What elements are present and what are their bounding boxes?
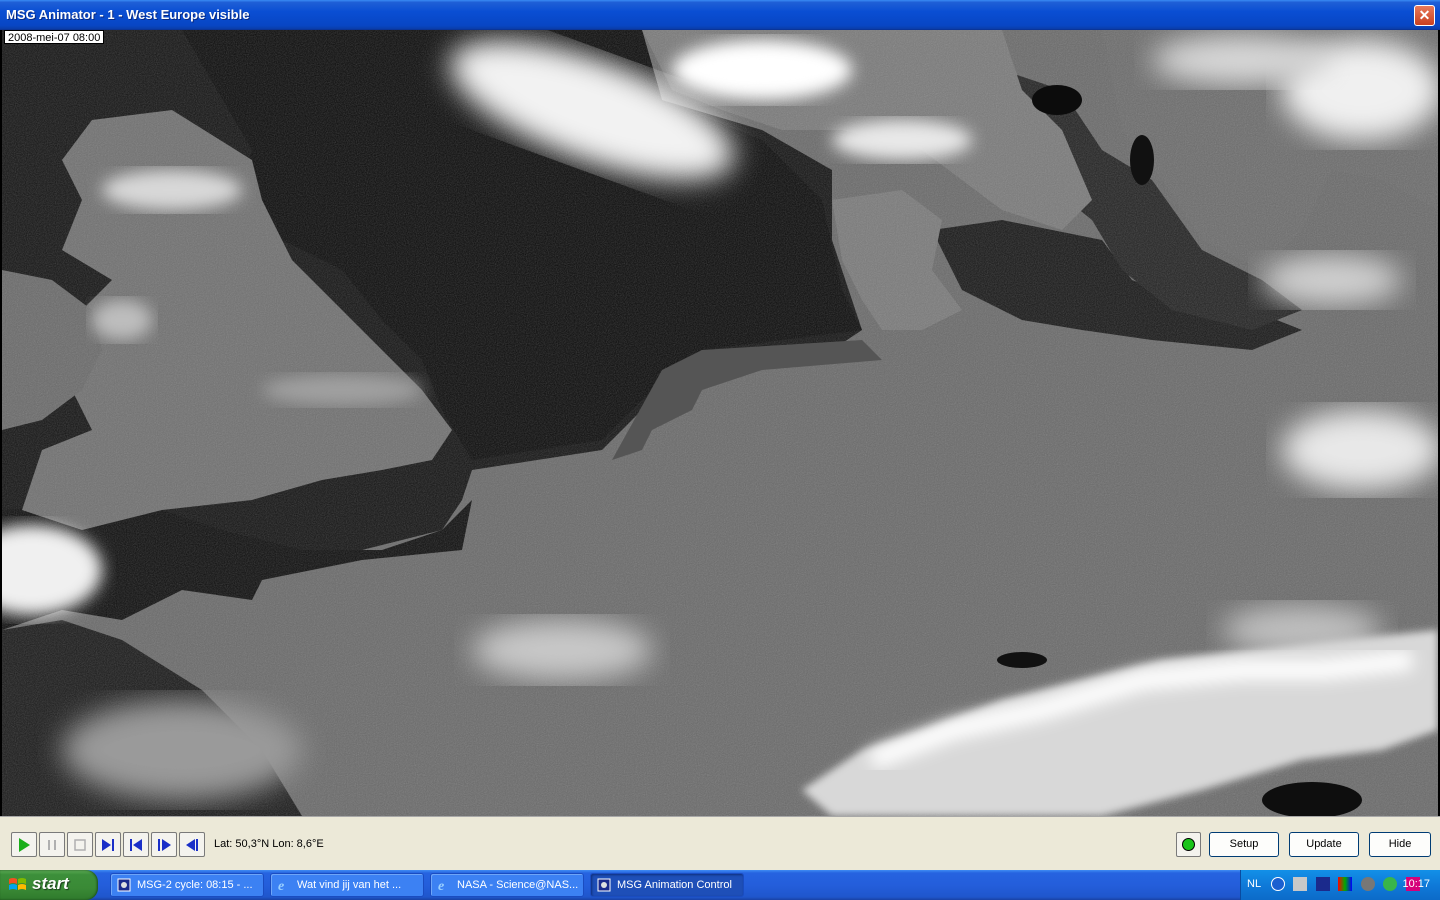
stop-icon xyxy=(74,839,86,851)
taskbar: start MSG-2 cycle: 08:15 - ... e Wat vin… xyxy=(0,870,1440,900)
step-back-icon xyxy=(186,839,198,851)
tray-app-icon[interactable] xyxy=(1360,877,1375,891)
pause-button[interactable] xyxy=(39,832,65,857)
play-button[interactable] xyxy=(11,832,37,857)
animation-control-bar: Lat: 50,3°N Lon: 8,6°E Setup Update Hide xyxy=(0,816,1440,870)
update-button[interactable]: Update xyxy=(1289,832,1359,857)
close-button[interactable]: ✕ xyxy=(1414,5,1435,26)
tray-app-icon[interactable] xyxy=(1383,877,1398,891)
ie-icon: e xyxy=(438,879,444,892)
taskbar-item-msg-cycle[interactable]: MSG-2 cycle: 08:15 - ... xyxy=(110,873,264,897)
svg-text:e: e xyxy=(438,879,444,892)
system-clock[interactable]: 10:17 xyxy=(1402,878,1430,890)
taskbar-item-msg-animation-control[interactable]: MSG Animation Control xyxy=(590,873,744,897)
setup-button[interactable]: Setup xyxy=(1209,832,1279,857)
cursor-coordinates: Lat: 50,3°N Lon: 8,6°E xyxy=(214,838,324,850)
language-indicator[interactable]: NL xyxy=(1247,878,1261,890)
step-back-button[interactable] xyxy=(179,832,205,857)
show-hidden-icons-chevron-icon[interactable] xyxy=(1271,877,1285,891)
tray-app-icon[interactable] xyxy=(1338,877,1353,891)
tray-app-icon[interactable] xyxy=(1293,877,1308,891)
first-frame-button[interactable] xyxy=(123,832,149,857)
taskbar-item-nasa-science[interactable]: e NASA - Science@NAS... xyxy=(430,873,584,897)
taskbar-item-wat-vind-jij[interactable]: e Wat vind jij van het ... xyxy=(270,873,424,897)
msg-app-icon xyxy=(597,878,611,892)
ie-icon: e xyxy=(278,879,284,892)
hide-button[interactable]: Hide xyxy=(1369,832,1431,857)
system-tray: NL 10:17 xyxy=(1240,870,1440,900)
play-icon xyxy=(19,838,30,852)
satellite-image xyxy=(2,30,1438,816)
msg-app-icon xyxy=(117,878,131,892)
last-frame-button[interactable] xyxy=(95,832,121,857)
close-icon: ✕ xyxy=(1418,7,1431,23)
frame-timestamp: 2008-mei-07 08:00 xyxy=(4,30,105,44)
step-forward-button[interactable] xyxy=(151,832,177,857)
windows-flag-icon xyxy=(9,878,26,890)
svg-text:e: e xyxy=(278,879,284,892)
window-title: MSG Animator - 1 - West Europe visible xyxy=(6,7,250,22)
start-label: start xyxy=(32,874,69,893)
window-titlebar[interactable]: MSG Animator - 1 - West Europe visible ✕ xyxy=(0,0,1440,30)
skip-to-end-icon xyxy=(102,839,114,851)
status-indicator xyxy=(1176,832,1201,857)
pause-icon xyxy=(48,840,56,850)
skip-to-start-icon xyxy=(130,839,142,851)
taskbar-item-label: MSG Animation Control xyxy=(617,879,732,891)
start-button[interactable]: start xyxy=(0,870,98,900)
status-light-icon xyxy=(1182,838,1195,851)
stop-button[interactable] xyxy=(67,832,93,857)
step-forward-icon xyxy=(158,839,171,851)
taskbar-item-label: NASA - Science@NAS... xyxy=(457,879,579,891)
taskbar-item-label: Wat vind jij van het ... xyxy=(297,879,402,891)
msg-tray-icon[interactable] xyxy=(1315,877,1330,891)
taskbar-item-label: MSG-2 cycle: 08:15 - ... xyxy=(137,879,253,891)
satellite-image-view[interactable]: 2008-mei-07 08:00 xyxy=(2,30,1438,816)
